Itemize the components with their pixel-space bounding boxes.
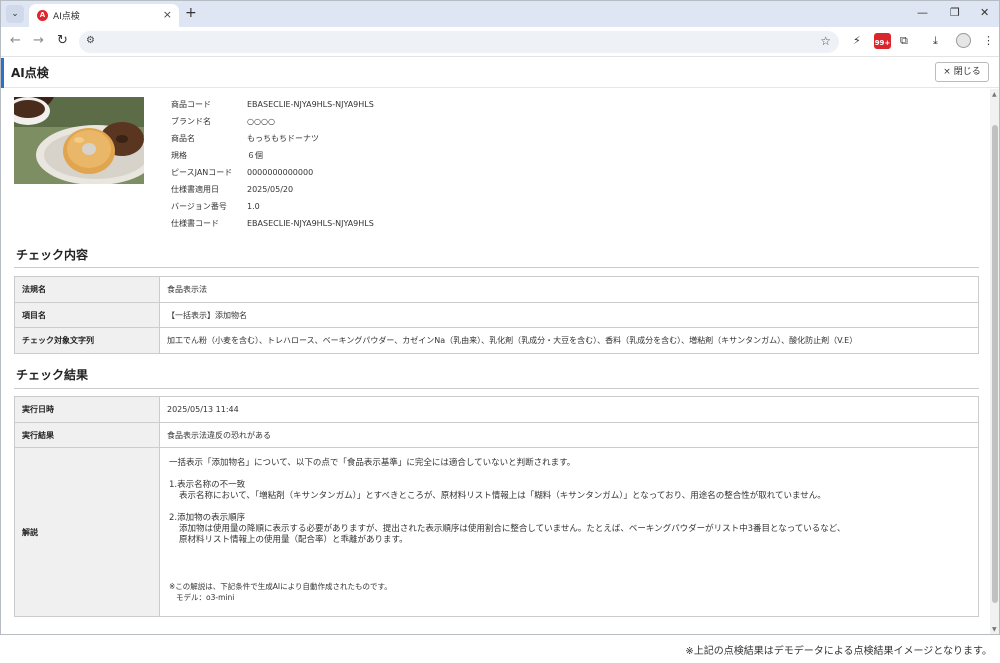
section-divider [14, 267, 979, 268]
model-info: モデル：o3-mini [176, 593, 235, 602]
check-result-table: 実行日時 2025/05/13 11:44 実行結果 食品表示法違反の恐れがある… [14, 396, 979, 617]
info-row-product-name: 商品名 もっちもちドーナツ [171, 134, 319, 143]
address-bar[interactable]: ⚙ ☆ [79, 31, 839, 53]
tab-close-icon[interactable]: × [163, 8, 172, 21]
main-content[interactable]: 商品コード EBASECLIE-NJYA9HLS-NJYA9HLS ブランド名 ○○… [1, 89, 990, 634]
tab-ai-inspection[interactable]: A AI点検 × [29, 4, 179, 27]
section-divider [14, 388, 979, 389]
scroll-thumb[interactable] [992, 125, 998, 603]
site-info-icon[interactable]: ⚙ [86, 35, 95, 46]
row-label: 実行結果 [14, 422, 160, 448]
info-row-version: バージョン番号 1.0 [171, 202, 260, 211]
info-row-brand: ブランド名 ○○○○ [171, 117, 275, 126]
reload-icon[interactable]: ↻ [57, 34, 68, 48]
tab-strip: ⌄ A AI点検 × + — ❐ ✕ [1, 1, 999, 27]
point2-body-cont: 原材料リスト情報上の使用量（配合率）と乖離があります。 [179, 535, 408, 545]
tab-title: AI点検 [53, 12, 80, 22]
more-menu-icon[interactable]: ⋮ [983, 34, 994, 48]
info-row-product-code: 商品コード EBASECLIE-NJYA9HLS-NJYA9HLS [171, 100, 374, 109]
explanation-cell: 一括表示「添加物名」について、以下の点で「食品表示基準」に完全には適合していない… [159, 447, 979, 617]
table-row: 実行結果 食品表示法違反の恐れがある [14, 422, 979, 448]
info-row-jan: ピースJANコード 0000000000000 [171, 168, 314, 177]
product-image [14, 97, 144, 184]
ai-note: ※この解説は、下記条件で生成AIにより自動作成されたものです。 [169, 582, 392, 591]
window-close-icon[interactable]: ✕ [980, 6, 989, 19]
point2-body: 添加物は使用量の降順に表示する必要がありますが、提出された表示順序は使用割合に整… [179, 524, 846, 534]
info-row-spec: 規格 ６個 [171, 151, 263, 160]
row-label: 実行日時 [14, 396, 160, 423]
restore-icon[interactable]: ❐ [950, 6, 960, 19]
demo-footnote: ※上記の点検結果はデモデータによる点検結果イメージとなります。 [685, 646, 992, 657]
row-label: 解説 [14, 447, 160, 617]
info-row-spec-code: 仕様書コード EBASECLIE-NJYA9HLS-NJYA9HLS [171, 219, 374, 228]
download-icon[interactable]: ⤓ [933, 34, 938, 48]
execution-result: 食品表示法違反の恐れがある [159, 422, 979, 448]
minimize-icon[interactable]: — [917, 6, 928, 19]
back-icon[interactable]: ← [10, 34, 21, 48]
table-row: 実行日時 2025/05/13 11:44 [14, 396, 979, 423]
new-tab-button[interactable]: + [185, 5, 197, 21]
vertical-scrollbar[interactable]: ▲ ▼ [990, 89, 999, 634]
row-label: 法規名 [14, 276, 160, 303]
row-value: 【一括表示】添加物名 [159, 302, 979, 328]
extension-badge-icon[interactable]: 99+ [874, 33, 891, 49]
forward-icon[interactable]: → [33, 34, 44, 48]
row-value: 加工でん粉（小麦を含む）、トレハロース、ベーキングパウダー、カゼインNa（乳由来… [159, 327, 979, 354]
header-accent-bar [1, 58, 4, 88]
acrobat-icon: A [37, 10, 48, 21]
scroll-up-icon[interactable]: ▲ [992, 91, 997, 98]
donut-photo [14, 97, 144, 184]
explain-intro: 一括表示「添加物名」について、以下の点で「食品表示基準」に完全には適合していない… [169, 458, 576, 468]
product-info: 商品コード EBASECLIE-NJYA9HLS-NJYA9HLS ブランド名 ○○… [171, 99, 374, 235]
table-row: 項目名 【一括表示】添加物名 [14, 302, 979, 328]
point2-title: 2.添加物の表示順序 [169, 513, 246, 523]
lightning-icon[interactable]: ⚡ [853, 34, 861, 48]
profile-avatar[interactable] [956, 33, 971, 48]
table-row: 法規名 食品表示法 [14, 276, 979, 303]
section-title-check-content: チェック内容 [16, 248, 89, 262]
check-content-table: 法規名 食品表示法 項目名 【一括表示】添加物名 チェック対象文字列 加工でん粉… [14, 276, 979, 354]
row-label: チェック対象文字列 [14, 327, 160, 354]
executed-datetime: 2025/05/13 11:44 [159, 396, 979, 423]
info-row-apply-date: 仕様書適用日 2025/05/20 [171, 185, 294, 194]
page-title: AI点検 [11, 66, 49, 80]
section-title-check-result: チェック結果 [16, 368, 89, 382]
point1-body: 表示名称において、「増粘剤（キサンタンガム）」とすべきところが、原材料リスト情報… [179, 491, 826, 501]
scroll-down-icon[interactable]: ▼ [992, 626, 997, 633]
page-header: AI点検 × 閉じる [1, 58, 999, 88]
point1-title: 1.表示名称の不一致 [169, 480, 246, 490]
bookmark-star-icon[interactable]: ☆ [820, 34, 831, 48]
browser-toolbar: ← → ↻ ⚙ ☆ ⚡ 99+ ⧉ ⤓ ⋮ [1, 27, 999, 57]
table-row: 解説 一括表示「添加物名」について、以下の点で「食品表示基準」に完全には適合して… [14, 447, 979, 617]
close-button[interactable]: × 閉じる [935, 62, 989, 82]
row-label: 項目名 [14, 302, 160, 328]
tab-search-menu[interactable]: ⌄ [6, 5, 24, 23]
browser-window: ⌄ A AI点検 × + — ❐ ✕ ← → ↻ ⚙ ☆ ⚡ 99+ ⧉ ⤓ ⋮… [0, 0, 1000, 635]
table-row: チェック対象文字列 加工でん粉（小麦を含む）、トレハロース、ベーキングパウダー、… [14, 327, 979, 354]
extensions-puzzle-icon[interactable]: ⧉ [900, 34, 908, 48]
row-value: 食品表示法 [159, 276, 979, 303]
